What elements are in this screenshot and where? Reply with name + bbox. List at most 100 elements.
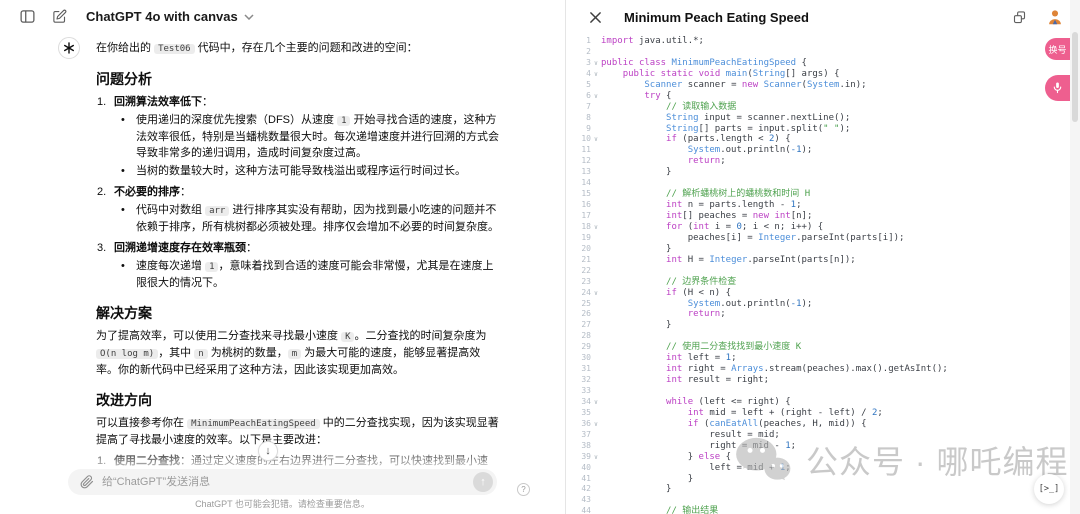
code-text: while (left <= right) { (601, 397, 791, 407)
switch-account-button[interactable]: 换号 (1045, 38, 1070, 60)
send-button[interactable]: ↑ (473, 472, 493, 492)
list-number: 1. (97, 94, 106, 110)
fold-marker[interactable]: ∨ (591, 69, 601, 80)
line-number: 16 (566, 200, 591, 211)
attach-file-icon[interactable] (80, 475, 94, 489)
console-icon: [>_] (1039, 484, 1059, 494)
code-text: int left = 1; (601, 353, 737, 363)
app-window: ChatGPT 4o with canvas 在你给出的 Test06 代码中，… (0, 0, 1080, 514)
code-line: 36∨ if (canEatAll(peaches, H, mid)) { (566, 419, 1080, 430)
code-text: import java.util.*; (601, 36, 704, 46)
page-scrollbar[interactable] (1070, 0, 1080, 514)
line-number: 32 (566, 375, 591, 386)
fold-marker[interactable]: ∨ (591, 397, 601, 408)
code-text: peaches[i] = Integer.parseInt(parts[i]); (601, 233, 904, 243)
new-chat-icon (52, 9, 67, 24)
code-text: if (H < n) { (601, 288, 731, 298)
scroll-to-bottom-button[interactable]: ↓ (258, 441, 278, 461)
line-number: 40 (566, 463, 591, 474)
code-line: 27 } (566, 320, 1080, 331)
switch-account-label: 换号 (1048, 43, 1066, 56)
code-editor[interactable]: 1import java.util.*;23∨public class Mini… (566, 36, 1080, 514)
code-text: System.out.println(-1); (601, 145, 812, 155)
canvas-panel: Minimum Peach Eating Speed 1 import java.… (565, 0, 1080, 514)
arrow-down-icon: ↓ (265, 445, 271, 457)
scrollbar-thumb[interactable] (1072, 32, 1078, 122)
new-chat-button[interactable] (48, 5, 70, 27)
close-canvas-button[interactable] (584, 6, 606, 28)
user-avatar-button[interactable] (1044, 6, 1066, 28)
fold-marker[interactable]: ∨ (591, 452, 601, 463)
line-number: 25 (566, 299, 591, 310)
text-segment: 当树的数量较大时，这种方法可能导致栈溢出或程序运行时间过长。 (136, 165, 466, 177)
model-selector[interactable]: ChatGPT 4o with canvas (86, 9, 254, 24)
code-line: 14 (566, 178, 1080, 189)
code-text: } (601, 167, 671, 177)
code-text: result = mid; (601, 430, 780, 440)
line-number: 4 (566, 69, 591, 80)
code-line: 32 int result = right; (566, 375, 1080, 386)
code-line: 20 } (566, 244, 1080, 255)
code-line: 13 } (566, 167, 1080, 178)
fold-marker[interactable]: ∨ (591, 288, 601, 299)
line-number: 19 (566, 233, 591, 244)
line-number: 37 (566, 430, 591, 441)
code-text: return; (601, 156, 726, 166)
question-mark-icon: ? (521, 485, 525, 494)
sidebar-toggle-button[interactable] (16, 5, 38, 27)
fold-marker[interactable]: ∨ (591, 91, 601, 102)
message-block: 可以直接参考你在 MinimumPeachEatingSpeed 中的二分查找实… (96, 415, 502, 448)
text-segment: 可以直接参考你在 (96, 417, 187, 429)
section-heading: 问题分析 (96, 69, 502, 89)
code-line: 41 } (566, 474, 1080, 485)
line-number: 43 (566, 495, 591, 506)
assistant-avatar (58, 37, 80, 59)
disclaimer-text: ChatGPT 也可能会犯错。请检查重要信息。 (0, 497, 565, 510)
bold-text: 不必要的排序 (114, 186, 180, 198)
message-composer[interactable]: ↑ (68, 469, 497, 495)
list-number: 3. (97, 240, 106, 256)
line-number: 34 (566, 397, 591, 408)
code-line: 44 // 输出结果 (566, 506, 1080, 514)
code-text: if (canEatAll(peaches, H, mid)) { (601, 419, 867, 429)
code-line: 39∨ } else { (566, 452, 1080, 463)
code-text: // 读取输入数据 (601, 102, 736, 112)
text-segment: 。二分查找的时间复杂度为 (354, 330, 486, 342)
message-block: 2.不必要的排序： (96, 184, 502, 200)
canvas-header: Minimum Peach Eating Speed (566, 0, 1080, 34)
voice-input-button[interactable] (1045, 75, 1070, 101)
code-text: } else { (601, 452, 731, 462)
code-text: for (int i = 0; i < n; i++) { (601, 222, 823, 232)
code-line: 4∨ public static void main(String[] args… (566, 69, 1080, 80)
code-text: int[] peaches = new int[n]; (601, 211, 812, 221)
code-line: 35 int mid = left + (right - left) / 2; (566, 408, 1080, 419)
fold-marker[interactable]: ∨ (591, 58, 601, 69)
code-line: 5 Scanner scanner = new Scanner(System.i… (566, 80, 1080, 91)
copy-button[interactable] (1008, 6, 1030, 28)
console-button[interactable]: [>_] (1034, 474, 1064, 504)
fold-marker[interactable]: ∨ (591, 134, 601, 145)
inline-code-chip: arr (205, 206, 229, 216)
code-text: // 使用二分查找找到最小速度 K (601, 342, 801, 352)
line-number: 26 (566, 309, 591, 320)
help-button[interactable]: ? (517, 483, 530, 496)
line-number: 1 (566, 36, 591, 47)
inline-code-chip: Test06 (154, 44, 195, 54)
line-number: 13 (566, 167, 591, 178)
code-line: 9 String[] parts = input.split(" "); (566, 124, 1080, 135)
message-input[interactable] (102, 476, 465, 488)
code-line: 16 int n = parts.length - 1; (566, 200, 1080, 211)
code-text: } (601, 320, 671, 330)
inline-code-chip: 1 (205, 262, 218, 272)
line-number: 42 (566, 484, 591, 495)
line-number: 22 (566, 266, 591, 277)
text-segment: ： (180, 186, 191, 198)
fold-marker[interactable]: ∨ (591, 419, 601, 430)
line-number: 38 (566, 441, 591, 452)
person-avatar-icon (1046, 8, 1064, 26)
code-text: } (601, 244, 671, 254)
inline-code-chip: n (194, 349, 207, 359)
message-block: 3.回溯递增速度存在效率瓶颈： (96, 240, 502, 256)
fold-marker[interactable]: ∨ (591, 222, 601, 233)
code-text: public static void main(String[] args) { (601, 69, 839, 79)
